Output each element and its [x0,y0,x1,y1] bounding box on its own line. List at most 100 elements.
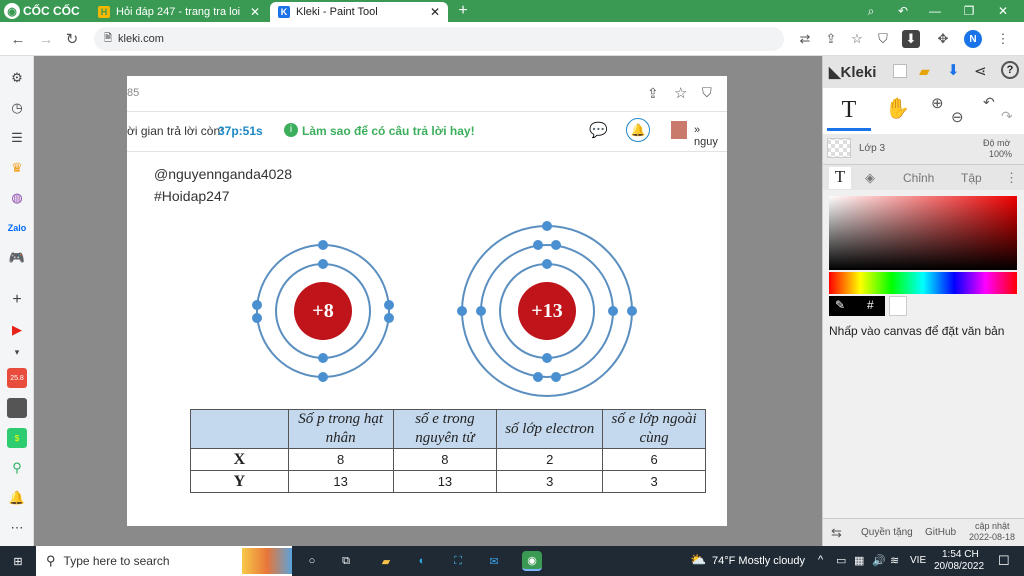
share-icon[interactable]: ⋖ [974,62,987,80]
tab-search-icon[interactable]: ⌕ [858,2,884,20]
volume-icon[interactable]: 🔊 [872,554,886,567]
game-controller-icon[interactable]: 🎮 [7,248,27,268]
color-saturation-picker[interactable] [829,196,1017,270]
edge-icon[interactable]: ◐ [412,551,432,571]
history-icon[interactable]: ◷ [7,98,27,118]
add-sidebar-button[interactable]: + [7,290,27,310]
electron [252,313,262,323]
coccoc-taskbar-icon[interactable]: ◉ [522,551,542,571]
clock-time[interactable]: 1:54 CH [942,549,979,560]
clock-date[interactable]: 20/08/2022 [934,561,984,572]
show-hidden-icons-icon[interactable]: ^ [818,554,823,566]
eyedropper-icon[interactable]: ✎ [835,298,845,312]
kleki-favicon-icon: K [278,6,290,18]
input-language[interactable]: VIE [910,555,926,566]
electron [318,372,328,382]
windows-start-icon[interactable]: ⊞ [8,551,28,571]
rights-link[interactable]: Quyền tặng [861,527,913,538]
zoom-in-icon[interactable]: ⊕ [931,94,944,112]
wifi-icon[interactable]: ≋ [890,554,899,567]
task-view-icon[interactable]: ⧉ [336,551,356,571]
battery-icon[interactable]: ▭ [836,554,846,567]
profile-avatar[interactable]: N [964,30,982,48]
weather-text[interactable]: 74°F Mostly cloudy [712,555,805,567]
share-icon[interactable]: ⇪ [822,30,840,48]
layer-row[interactable]: Lớp 3 Độ mờ 100% [823,134,1024,164]
close-tab-icon[interactable]: ✕ [430,5,440,19]
restore-button[interactable]: ❐ [956,2,982,20]
reload-button[interactable]: ↻ [62,29,82,49]
chevron-down-icon[interactable]: ▾ [7,342,27,362]
close-tab-icon[interactable]: ✕ [250,5,260,19]
swap-side-icon[interactable]: ⇆ [831,525,842,541]
location-pin-icon[interactable]: ⚲ [7,458,27,478]
save-download-icon[interactable]: ⬇ [947,61,960,79]
new-tab-button[interactable]: + [450,2,476,20]
download-icon[interactable]: ⬇ [902,30,920,48]
minimize-button[interactable]: — [922,2,948,20]
inner-browser-bar: 85 ⇪ ☆ ⛉ [127,76,727,112]
browser-brand[interactable]: ◉ CỐC CỐC [4,2,80,20]
table-cell: 8 [287,448,394,471]
settings-gear-icon[interactable]: ⚙ [7,68,27,88]
text-tab-icon[interactable]: T [829,167,851,189]
app-thumbnail-icon[interactable] [7,398,27,418]
file-explorer-icon[interactable]: ▰ [376,551,396,571]
network-icon[interactable]: ▦ [854,554,864,567]
address-bar[interactable]: 🗎 kleki.com [94,27,784,51]
github-link[interactable]: GitHub [925,527,956,538]
electron [551,240,561,250]
secondary-color-swatch[interactable] [889,296,907,316]
coccoc-logo-icon: ◉ [4,3,20,19]
info-icon: i [284,123,298,137]
hue-slider[interactable] [829,272,1017,294]
help-icon[interactable]: ? [1001,61,1019,79]
search-placeholder: Type here to search [63,554,170,568]
back-history-icon[interactable]: ↶ [890,2,916,20]
tab-hoidap247[interactable]: H Hỏi đáp 247 - trang tra loi ✕ [90,2,268,22]
menu-dots-icon[interactable]: ⋮ [994,30,1012,48]
crown-icon[interactable]: ♛ [7,158,27,178]
calendar-badge-icon[interactable]: 25.8 [7,368,27,388]
more-dots-icon[interactable]: ⋮ [1005,170,1018,186]
weather-icon[interactable]: ⛅ [690,552,706,568]
new-image-icon[interactable] [893,64,907,78]
site-info-icon[interactable]: 🗎 [104,31,112,48]
undo-icon[interactable]: ↶ [983,94,995,111]
youtube-icon[interactable]: ▶ [7,320,27,340]
zoom-out-icon[interactable]: ⊖ [951,108,964,126]
mail-icon[interactable]: ✉ [484,551,504,571]
close-window-button[interactable]: ✕ [990,2,1016,20]
current-color-swatch[interactable]: ✎ # [829,296,885,316]
task-view-circle-icon[interactable]: ○ [302,551,322,571]
shield-icon[interactable]: ⛉ [874,30,892,48]
opacity-label: Độ mờ [983,138,1011,148]
layers-tab-icon[interactable]: ◈ [865,170,875,186]
text-tool-icon[interactable]: T [827,91,871,131]
notification-bell-icon[interactable]: 🔔 [7,488,27,508]
tab-kleki[interactable]: K Kleki - Paint Tool ✕ [270,2,448,22]
tab-adjust[interactable]: Chỉnh [903,171,934,185]
taskbar-search[interactable]: ⚲ Type here to search [36,546,292,576]
reading-list-icon[interactable]: ☰ [7,128,27,148]
chevron-down-icon: » [694,124,701,136]
hand-tool-icon[interactable]: ✋ [885,96,910,121]
bookmark-star-icon[interactable]: ☆ [848,30,866,48]
canvas-image[interactable]: 85 ⇪ ☆ ⛉ ời gian trả lời còn: 37p:51s i … [127,76,727,526]
zalo-icon[interactable]: Zalo [7,218,27,238]
tab-file[interactable]: Tập [961,171,982,185]
forward-button[interactable]: → [36,29,56,49]
store-icon[interactable]: ⛶ [448,551,468,571]
open-folder-icon[interactable]: ▰ [919,63,930,80]
hex-input-button[interactable]: # [867,298,874,312]
messenger-icon[interactable]: ◍ [7,188,27,208]
shop-icon[interactable]: $ [7,428,27,448]
tab-title: Kleki - Paint Tool [296,6,378,18]
extensions-puzzle-icon[interactable]: ✥ [934,30,952,48]
back-button[interactable]: ← [8,29,28,49]
translate-icon[interactable]: ⇄ [796,30,814,48]
bell-icon: 🔔 [626,118,650,142]
redo-icon[interactable]: ↷ [1001,108,1013,125]
notifications-icon[interactable]: ☐ [998,553,1010,569]
more-dots-icon[interactable]: ⋯ [7,518,27,538]
